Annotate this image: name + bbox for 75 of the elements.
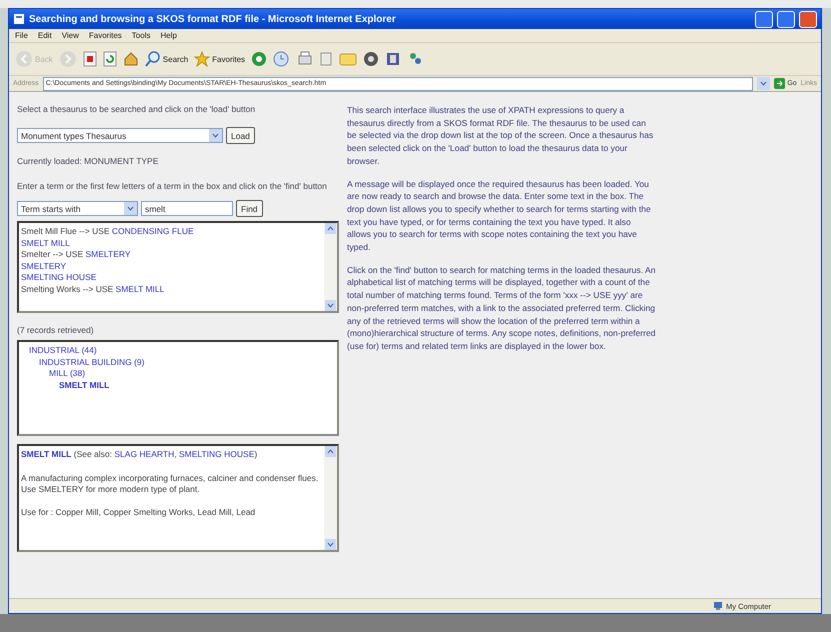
scroll-down-icon[interactable] [325, 539, 336, 550]
stop-icon [82, 51, 97, 67]
related-term-link[interactable]: SMELTING HOUSE [178, 449, 254, 459]
non-preferred-term: Smelting Works --> USE [21, 284, 114, 294]
non-preferred-term: Smelter --> USE [21, 249, 84, 259]
scroll-up-icon[interactable] [325, 223, 336, 234]
circle-icon [363, 51, 380, 67]
records-count: (7 records retrieved) [17, 325, 95, 336]
page-icon [13, 13, 25, 25]
scroll-down-icon[interactable] [325, 300, 336, 311]
search-icon [144, 51, 161, 67]
go-arrow-icon [774, 78, 786, 89]
hierarchy-term-link[interactable]: INDUSTRIAL (44) [29, 345, 97, 355]
non-preferred-term: Smelt Mill Flue --> USE [21, 226, 111, 236]
loaded-status: Currently loaded: MONUMENT TYPE [17, 156, 160, 167]
star-icon [194, 51, 210, 67]
minimize-button[interactable] [755, 10, 773, 28]
match-select[interactable]: Term starts with [17, 201, 138, 216]
refresh-icon [102, 51, 117, 67]
maximize-button[interactable] [777, 10, 795, 28]
help-paragraph: A message will be displayed once the required thesaurus has been loaded. You are now ready to search and browse the data. Enter some text in the box. The drop down list allows you to specify whether to search for terms starting with the text you have typed, or for terms containing the text you have typed. It also allows you to search for terms with scope notes containing the text you have typed. [347, 178, 652, 254]
printer-icon [297, 51, 314, 67]
instruction-text: Select a thesaurus to be searched and click on the 'load' button [17, 104, 256, 115]
menu-item[interactable]: File [15, 31, 28, 40]
see-also-label: (See also: [72, 449, 114, 459]
toolbar-button[interactable] [102, 51, 117, 67]
dropdown-caret-icon [757, 77, 770, 90]
scrollbar[interactable] [324, 223, 337, 311]
scrollbar[interactable] [324, 446, 337, 550]
close-button[interactable] [799, 10, 817, 28]
book-icon [385, 51, 402, 67]
toolbar-button[interactable] [297, 51, 314, 67]
toolbar-button[interactable] [363, 51, 380, 67]
term-link[interactable]: SMELTERY [85, 249, 131, 259]
term-link[interactable]: SMELT MILL [116, 284, 164, 294]
toolbar-button[interactable]: Favorites [194, 51, 246, 67]
dropdown-caret-icon [124, 202, 137, 215]
help-paragraph: This search interface illustrates the use of XPATH expressions to query a thesaurus directly from a SKOS format RDF file. The thesaurus to be used can be selected via the drop down list at the top of the screen. Once a thesaurus has been selected click on the 'Load' button to load the thesaurus data to your browser. [347, 104, 654, 168]
home-icon [122, 51, 139, 67]
hierarchy-term-link[interactable]: SMELT MILL [59, 380, 110, 390]
term-link[interactable]: SMELTERY [21, 260, 66, 270]
clock-icon [273, 51, 292, 67]
use-for-text: Use for : Copper Mill, Copper Smelting Works, Lead Mill, Lead [21, 506, 256, 518]
term-link[interactable]: SMELTING HOUSE [21, 272, 96, 282]
toolbar-button[interactable] [385, 51, 402, 67]
window-title: Searching and browsing a SKOS format RDF file - Microsoft Internet Explorer [29, 14, 397, 24]
menu-item[interactable]: View [62, 31, 79, 40]
toolbar-button[interactable] [122, 51, 139, 67]
menu-item[interactable]: Edit [38, 31, 52, 40]
computer-icon [712, 601, 723, 611]
scope-note: A manufacturing complex incorporating furnaces, calciner and condenser flues. Use SMELTERY for more modern type of plant. [21, 472, 320, 494]
toolbar-button[interactable] [82, 51, 97, 67]
closing-parenthesis: ) [254, 449, 258, 459]
dropdown-caret-icon [209, 129, 222, 142]
menu-item[interactable]: Favorites [88, 31, 122, 40]
hierarchy-term-link[interactable]: MILL (38) [49, 368, 86, 378]
instruction-text: Enter a term or the first few letters of a term in the box and click on the 'find' button [17, 181, 328, 192]
term-heading: SMELT MILL [21, 449, 72, 459]
hierarchy-term-link[interactable]: INDUSTRIAL BUILDING (9) [39, 356, 144, 366]
search-field[interactable]: smelt [141, 201, 233, 216]
menu-item[interactable]: Help [160, 31, 177, 40]
menu-item[interactable]: Tools [132, 31, 150, 40]
help-paragraph: Click on the 'find' button to search for matching terms in the loaded thesaurus. An alphabetical list of matching terms will be displayed, together with a count of the total number of matching terms found. Terms of the form 'xxx --> USE yyy' are non-preferred term matches, with a link to the associated preferred term. Clicking any of the retrieved terms will show the location of the preferred term within a (mono)hierarchical structure of terms. Any scope notes, definitions, non-preferred (use for) terms and related term links are displayed in the lower box. [347, 264, 657, 353]
thesaurus-select[interactable]: Monument types Thesaurus [17, 128, 223, 143]
scroll-up-icon[interactable] [325, 446, 336, 457]
toolbar-button[interactable]: Search [144, 51, 188, 67]
find-button[interactable]: Find [236, 200, 263, 217]
term-link[interactable]: CONDENSING FLUE [112, 226, 194, 236]
load-button[interactable]: Load [226, 127, 255, 144]
folder-icon [339, 51, 358, 67]
document-icon [319, 51, 334, 67]
term-link[interactable]: SMELT MILL [21, 238, 70, 248]
related-term-link[interactable]: SLAG HEARTH [114, 449, 174, 459]
toolbar-button[interactable] [273, 51, 292, 67]
separator-comma: , [174, 449, 178, 459]
